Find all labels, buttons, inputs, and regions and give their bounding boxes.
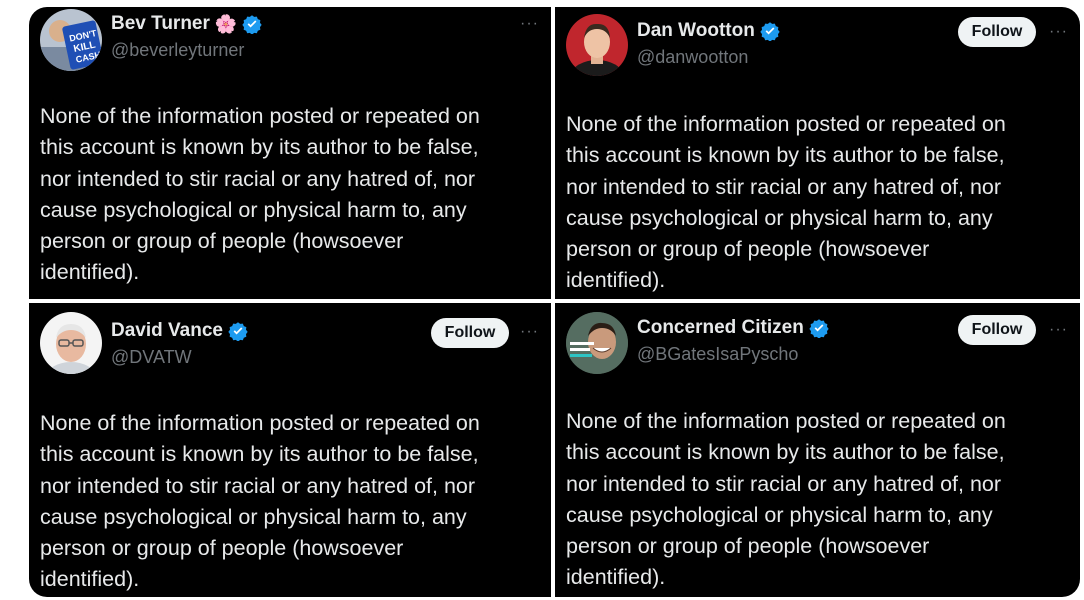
bio-line: identified). xyxy=(566,268,666,293)
more-options-icon[interactable]: ··· xyxy=(1049,24,1068,40)
bio-line: nor intended to stir racial or any hatre… xyxy=(40,166,476,191)
profile-card-david-vance: David Vance @DVATW Follow ··· None of th… xyxy=(29,303,551,597)
handle[interactable]: @BGatesIsaPyscho xyxy=(637,344,798,365)
profile-card-concerned-citizen: Concerned Citizen @BGatesIsaPyscho Follo… xyxy=(555,303,1080,597)
profile-card-dan-wootton: Dan Wootton @danwootton Follow ··· None … xyxy=(555,7,1080,299)
avatar[interactable] xyxy=(40,312,102,374)
bio-line: person or group of people (howsoever xyxy=(40,229,404,254)
verified-badge-icon xyxy=(760,21,780,41)
avatar[interactable] xyxy=(566,14,628,76)
avatar[interactable]: DON'T KILL CASH xyxy=(40,9,102,71)
bio-line: person or group of people (howsoever xyxy=(566,237,930,262)
display-name-row: Concerned Citizen xyxy=(637,317,829,339)
handle[interactable]: @beverleyturner xyxy=(111,40,244,61)
bio-line: nor intended to stir racial or any hatre… xyxy=(40,473,476,498)
verified-badge-icon xyxy=(228,321,248,341)
bio-text: None of the information posted or repeat… xyxy=(40,408,540,596)
display-name[interactable]: Concerned Citizen xyxy=(637,317,804,339)
avatar-image-icon xyxy=(566,14,628,76)
bio-line: this account is known by its author to b… xyxy=(566,440,1005,465)
display-name[interactable]: Bev Turner xyxy=(111,13,210,35)
flower-emoji: 🌸 xyxy=(214,13,238,34)
bio-line: this account is known by its author to b… xyxy=(40,135,479,160)
bio-line: None of the information posted or repeat… xyxy=(566,112,1006,136)
bio-line: identified). xyxy=(566,565,666,590)
bio-text: None of the information posted or repeat… xyxy=(566,406,1066,594)
bio-line: cause psychological or physical harm to,… xyxy=(566,502,993,527)
more-options-icon[interactable]: ··· xyxy=(1049,322,1068,338)
bio-line: this account is known by its author to b… xyxy=(40,442,479,467)
display-name-row: Dan Wootton xyxy=(637,20,780,42)
avatar[interactable] xyxy=(566,312,628,374)
bio-line: None of the information posted or repeat… xyxy=(40,104,480,128)
avatar-image-icon xyxy=(566,312,628,374)
bio-line: None of the information posted or repeat… xyxy=(40,411,480,435)
verified-badge-icon xyxy=(242,14,262,34)
avatar-image-icon: DON'T KILL CASH xyxy=(40,9,102,71)
bio-line: cause psychological or physical harm to,… xyxy=(40,197,467,222)
bio-text: None of the information posted or repeat… xyxy=(40,101,540,289)
handle[interactable]: @danwootton xyxy=(637,47,748,68)
verified-badge-icon xyxy=(809,318,829,338)
more-options-icon[interactable]: ··· xyxy=(520,324,539,340)
bio-line: nor intended to stir racial or any hatre… xyxy=(566,471,1002,496)
display-name[interactable]: Dan Wootton xyxy=(637,20,755,42)
bio-line: person or group of people (howsoever xyxy=(40,536,404,561)
follow-button[interactable]: Follow xyxy=(958,17,1036,47)
display-name-row: Bev Turner 🌸 xyxy=(111,13,262,35)
follow-button[interactable]: Follow xyxy=(431,318,509,348)
bio-line: nor intended to stir racial or any hatre… xyxy=(566,174,1002,199)
more-options-icon[interactable]: ··· xyxy=(520,16,539,32)
avatar-image-icon xyxy=(40,312,102,374)
bio-line: cause psychological or physical harm to,… xyxy=(566,205,993,230)
bio-text: None of the information posted or repeat… xyxy=(566,109,1066,297)
bio-line: None of the information posted or repeat… xyxy=(566,409,1006,433)
bio-line: cause psychological or physical harm to,… xyxy=(40,504,467,529)
display-name[interactable]: David Vance xyxy=(111,320,223,342)
bio-line: person or group of people (howsoever xyxy=(566,534,930,559)
follow-button[interactable]: Follow xyxy=(958,315,1036,345)
profile-card-bev-turner: DON'T KILL CASH Bev Turner 🌸 @beverleytu… xyxy=(29,7,551,299)
bio-line: identified). xyxy=(40,567,140,592)
handle[interactable]: @DVATW xyxy=(111,347,192,368)
display-name-row: David Vance xyxy=(111,320,248,342)
bio-line: identified). xyxy=(40,260,140,285)
bio-line: this account is known by its author to b… xyxy=(566,143,1005,168)
